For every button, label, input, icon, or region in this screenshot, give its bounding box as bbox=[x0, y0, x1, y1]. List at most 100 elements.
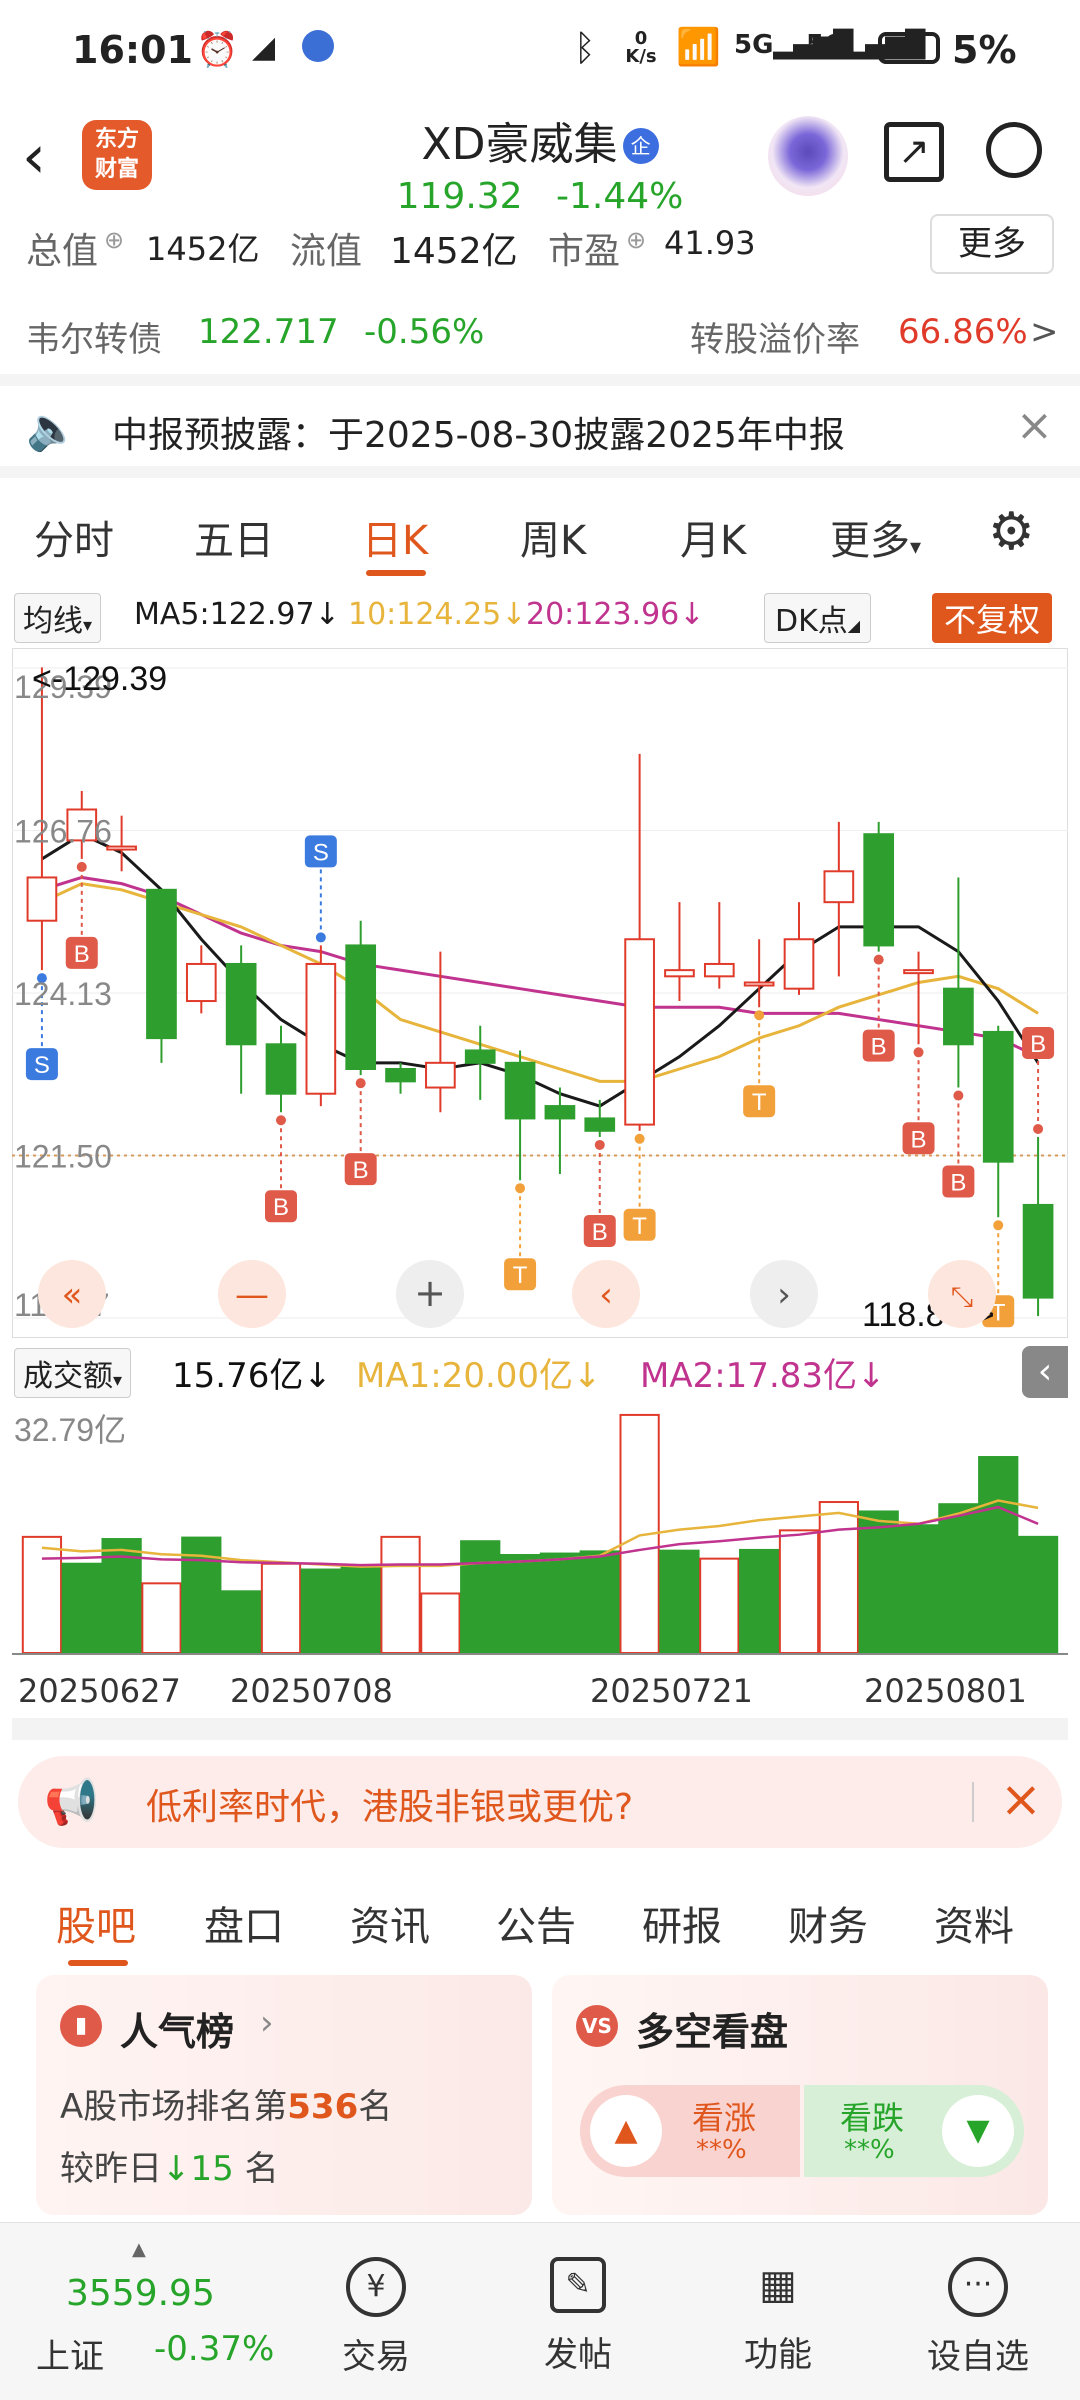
zoom-out-button[interactable]: — bbox=[218, 1260, 286, 1328]
more-button[interactable]: 更多 bbox=[930, 214, 1054, 274]
tab-financials[interactable]: 财务 bbox=[788, 1894, 868, 1952]
svg-text:›: › bbox=[777, 1275, 791, 1315]
tab-announcements[interactable]: 公告 bbox=[496, 1894, 576, 1952]
add-watchlist-button[interactable]: ··· 设自选 bbox=[908, 2257, 1048, 2378]
y-tick-label: 121.50 bbox=[14, 1139, 112, 1175]
tab-monthly-k[interactable]: 月K bbox=[680, 508, 746, 566]
pe-info-icon[interactable]: ⊕ bbox=[626, 226, 646, 254]
back-icon[interactable]: ‹ bbox=[22, 122, 46, 192]
volume-selector-label: 成交额 bbox=[23, 1359, 113, 1394]
ma-indicator-row: 均线▾ MA5:122.97↓ 10:124.25↓ 20:123.96↓ DK… bbox=[0, 585, 1080, 645]
volume-ma2-text: MA2:17.83亿 bbox=[640, 1356, 858, 1396]
bottom-toolbar: ▲ 3559.95 上证 -0.37% ¥ 交易 ✎ 发帖 ▦ 功能 ··· 设… bbox=[0, 2222, 1080, 2400]
tab-profile[interactable]: 资料 bbox=[934, 1894, 1014, 1952]
tab-intraday[interactable]: 分时 bbox=[34, 508, 114, 566]
vote-down-button[interactable]: 看跌 **% ▼ bbox=[804, 2085, 1024, 2177]
volume-bar bbox=[898, 1524, 939, 1654]
dk-point-label: DK点 bbox=[775, 604, 848, 639]
marker-dot bbox=[873, 954, 884, 965]
candle-body bbox=[265, 1043, 297, 1095]
candle-body bbox=[544, 1105, 576, 1120]
search-icon[interactable] bbox=[986, 122, 1042, 178]
dk-point-button[interactable]: DK点◢ bbox=[764, 593, 872, 643]
signal-app-icon: ◢ bbox=[252, 30, 276, 65]
scroll-left-fast-button[interactable]: « bbox=[38, 1260, 106, 1328]
add-watchlist-label: 设自选 bbox=[927, 2337, 1029, 2377]
tab-research[interactable]: 研报 bbox=[642, 1894, 722, 1952]
volume-bar bbox=[221, 1590, 262, 1655]
tab-weekly-k[interactable]: 周K bbox=[520, 508, 586, 566]
notice-banner[interactable]: 🔈 中报预披露：于2025-08-30披露2025年中报 × bbox=[0, 374, 1080, 478]
index-quote[interactable]: ▲ 3559.95 上证 -0.37% bbox=[36, 2239, 306, 2383]
up-label: 看涨 bbox=[692, 2099, 757, 2137]
volume-selector[interactable]: 成交额▾ bbox=[14, 1348, 132, 1398]
no-adjust-button[interactable]: 不复权 bbox=[932, 593, 1053, 643]
volume-header: 成交额▾ 15.76亿↓ MA1:20.00亿↓ MA2:17.83亿↓ ‹ bbox=[0, 1340, 1080, 1400]
tab-five-day[interactable]: 五日 bbox=[194, 508, 274, 566]
popularity-title: 人气榜 bbox=[120, 2010, 235, 2054]
tab-news[interactable]: 资讯 bbox=[350, 1894, 430, 1952]
functions-button[interactable]: ▦ 功能 bbox=[708, 2257, 848, 2376]
volume-bar bbox=[579, 1550, 620, 1654]
ma-selector[interactable]: 均线▾ bbox=[14, 593, 102, 643]
candle-body bbox=[584, 1117, 616, 1132]
zoom-in-button[interactable]: + bbox=[396, 1260, 464, 1328]
candlestick-chart[interactable]: SBBSBTBTTBBBTB 129.39126.76124.13121.501… bbox=[12, 648, 1068, 1338]
volume-bar bbox=[460, 1540, 501, 1654]
triangle-up-icon: ▲ bbox=[590, 2095, 662, 2167]
close-icon[interactable]: × bbox=[1000, 1770, 1042, 1828]
volume-ma1-text: MA1:20.00亿 bbox=[356, 1356, 574, 1396]
marker-b-label: B bbox=[273, 1194, 289, 1221]
caret-down-icon: ▾ bbox=[83, 615, 93, 636]
vote-up-button[interactable]: ▲ 看涨 **% bbox=[580, 2085, 800, 2177]
alarm-icon: ⏰ bbox=[196, 30, 239, 70]
chevron-right-icon: > bbox=[1030, 312, 1059, 352]
candle-body bbox=[305, 962, 337, 1095]
ma5-value: MA5:122.97 bbox=[134, 597, 315, 632]
long-short-title: 多空看盘 bbox=[636, 2010, 789, 2054]
marker-b-label: B bbox=[950, 1170, 966, 1197]
collapse-panel-icon[interactable]: ‹ bbox=[1022, 1346, 1068, 1398]
tab-order-book[interactable]: 盘口 bbox=[204, 1894, 284, 1952]
volume-bar bbox=[1017, 1535, 1059, 1654]
vs-value: 15 bbox=[190, 2149, 234, 2189]
x-axis-dates: 20250627 20250708 20250721 20250801 bbox=[0, 1662, 1080, 1712]
marker-b-label: B bbox=[1030, 1031, 1046, 1058]
scroll-right-button[interactable]: › bbox=[750, 1260, 818, 1328]
tab-daily-k[interactable]: 日K bbox=[362, 508, 428, 566]
battery-icon: ⚡ bbox=[878, 32, 940, 64]
marker-t-label: T bbox=[752, 1089, 767, 1116]
tab-guba[interactable]: 股吧 bbox=[56, 1894, 136, 1952]
trade-button[interactable]: ¥ 交易 bbox=[306, 2257, 446, 2378]
stock-title-block[interactable]: XD豪威集 企 119.32 -1.44% bbox=[340, 108, 740, 217]
marker-t-label: T bbox=[632, 1213, 647, 1240]
index-change: -0.37% bbox=[154, 2329, 275, 2369]
more-dots-icon: ··· bbox=[948, 2257, 1008, 2317]
ma20-value: 20:123.96 bbox=[526, 597, 680, 632]
post-button[interactable]: ✎ 发帖 bbox=[508, 2257, 648, 2376]
convertible-bond-row[interactable]: 韦尔转债 122.717 -0.56% 转股溢价率 66.86% > bbox=[0, 300, 1080, 364]
long-short-card[interactable]: VS 多空看盘 ▲ 看涨 **% 看跌 **% ▼ bbox=[552, 1975, 1048, 2215]
rank-change-line: 较昨日↓15 名 bbox=[60, 2141, 279, 2190]
post-label: 发帖 bbox=[544, 2335, 612, 2375]
settings-gear-icon[interactable]: ⚙ bbox=[988, 502, 1035, 562]
tab-more[interactable]: 更多▾ bbox=[830, 508, 921, 566]
share-icon[interactable]: ↗ bbox=[884, 122, 944, 182]
volume-value: 15.76亿↓ bbox=[172, 1356, 332, 1396]
bond-name: 韦尔转债 bbox=[26, 320, 162, 360]
down-label: 看跌 bbox=[840, 2099, 905, 2137]
candle-body bbox=[26, 876, 58, 922]
bond-change: -0.56% bbox=[364, 312, 485, 352]
scroll-left-button[interactable]: ‹ bbox=[572, 1260, 640, 1328]
cards-row: ▮ 人气榜 › A股市场排名第536名 较昨日↓15 名 VS 多空看盘 ▲ 看… bbox=[0, 1975, 1080, 2215]
y-tick-label: 124.13 bbox=[14, 976, 112, 1012]
ad-banner[interactable]: 📢 低利率时代，港股非银或更优? × bbox=[18, 1756, 1062, 1848]
popularity-card[interactable]: ▮ 人气榜 › A股市场排名第536名 较昨日↓15 名 bbox=[36, 1975, 532, 2215]
info-icon[interactable]: ⊕ bbox=[104, 226, 124, 254]
bluetooth-icon: ᛒ bbox=[574, 28, 596, 69]
close-icon[interactable]: × bbox=[1016, 400, 1053, 451]
chevron-right-icon: › bbox=[260, 2003, 274, 2043]
premium-value: 66.86% bbox=[898, 312, 1028, 352]
robot-assistant-icon[interactable] bbox=[768, 116, 848, 196]
fullscreen-button[interactable]: ⤡ bbox=[928, 1260, 996, 1328]
